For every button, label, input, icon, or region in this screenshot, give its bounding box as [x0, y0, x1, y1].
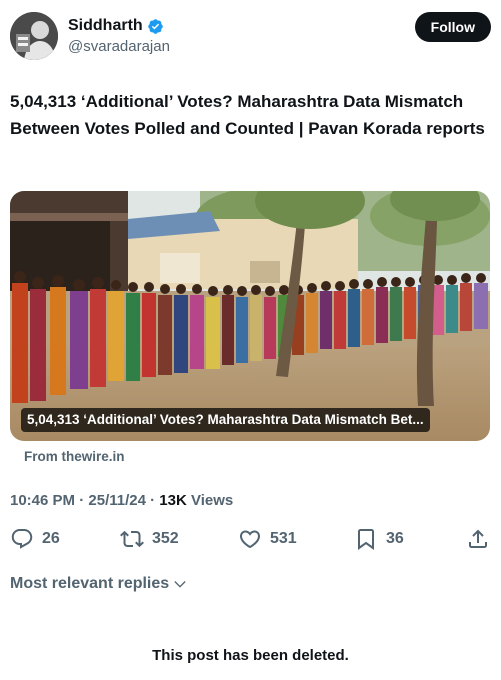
reply-button[interactable]: 26: [10, 527, 60, 551]
meta-separator: ·: [150, 492, 160, 509]
repost-icon: [120, 530, 144, 548]
tweet-text: 5,04,313 ‘Additional’ Votes? Maharashtra…: [10, 92, 485, 138]
author-display-name[interactable]: Siddharth: [68, 16, 170, 36]
link-card-caption: 5,04,313 ‘Additional’ Votes? Maharashtra…: [21, 408, 430, 432]
like-count: 531: [270, 530, 297, 547]
action-bar: 26 352 531 36: [10, 527, 490, 551]
deleted-post-notice: This post has been deleted.: [152, 647, 349, 664]
share-icon: [469, 529, 487, 548]
views-count: 13K: [159, 492, 187, 509]
tweet-time[interactable]: 10:46 PM: [10, 492, 75, 509]
repost-button[interactable]: 352: [120, 527, 179, 551]
tweet-header: Siddharth @svaradarajan Follow: [10, 12, 491, 62]
replies-sort-dropdown[interactable]: Most relevant replies: [10, 575, 188, 593]
replies-sort-label: Most relevant replies: [10, 575, 170, 592]
author-handle[interactable]: @svaradarajan: [68, 37, 170, 57]
display-name-text[interactable]: Siddharth: [68, 16, 143, 36]
link-card-image: [10, 191, 490, 441]
bookmark-icon: [358, 529, 374, 550]
tweet-meta: 10:46 PM · 25/11/24 · 13K Views: [10, 491, 233, 511]
bookmark-count: 36: [386, 530, 404, 547]
bookmark-button[interactable]: 36: [354, 527, 404, 551]
follow-button[interactable]: Follow: [414, 12, 491, 42]
reply-icon: [11, 529, 33, 549]
views-label: Views: [191, 492, 234, 509]
like-button[interactable]: 531: [238, 527, 297, 551]
heart-icon: [239, 530, 261, 549]
meta-separator: ·: [79, 492, 89, 509]
link-card-source[interactable]: From thewire.in: [24, 449, 125, 464]
tweet-date[interactable]: 25/11/24: [88, 492, 146, 509]
repost-count: 352: [152, 530, 179, 547]
reply-count: 26: [42, 530, 60, 547]
chevron-down-icon: [174, 581, 186, 588]
author-names: Siddharth @svaradarajan: [68, 16, 170, 57]
share-button[interactable]: [466, 527, 490, 551]
link-card[interactable]: 5,04,313 ‘Additional’ Votes? Maharashtra…: [10, 191, 490, 441]
verified-badge-icon: [147, 18, 163, 34]
avatar[interactable]: [10, 12, 58, 60]
